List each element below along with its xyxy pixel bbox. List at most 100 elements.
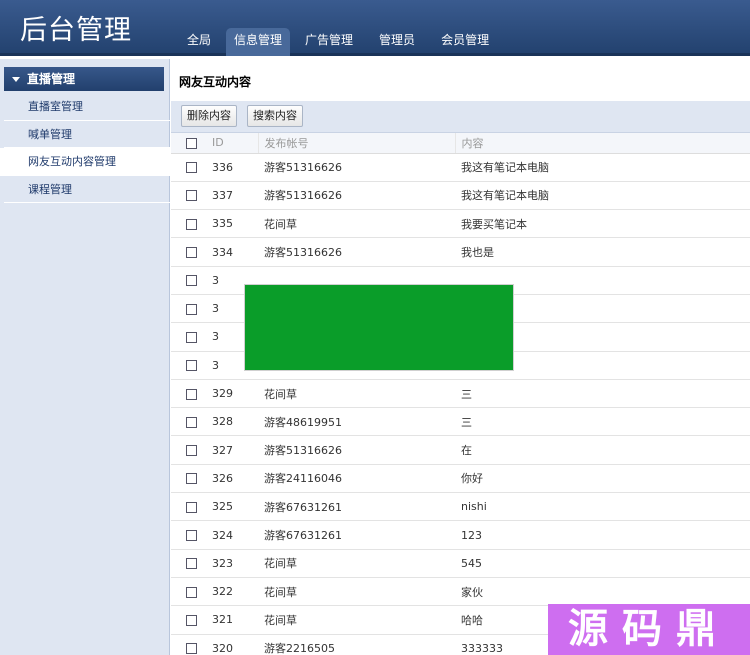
table-row[interactable]: 327 游客51316626 在 <box>171 435 750 465</box>
table-row[interactable]: 328 游客48619951 三 <box>171 407 750 437</box>
row-content: 我要买笔记本 <box>455 209 750 239</box>
row-account: 游客24116046 <box>258 464 455 494</box>
row-account: 花间草 <box>258 549 455 578</box>
row-id: 335 <box>207 209 258 239</box>
row-select-cell <box>171 237 207 267</box>
row-id: 336 <box>207 153 258 182</box>
row-checkbox[interactable] <box>186 247 197 259</box>
row-checkbox[interactable] <box>186 643 197 655</box>
row-checkbox[interactable] <box>186 275 197 287</box>
row-account: 游客67631261 <box>258 492 455 522</box>
nav-tab-info[interactable]: 信息管理 <box>226 28 291 56</box>
row-checkbox[interactable] <box>186 416 197 428</box>
row-checkbox[interactable] <box>186 614 197 626</box>
row-checkbox[interactable] <box>186 303 197 315</box>
row-id: 323 <box>207 549 258 578</box>
row-select-cell <box>171 464 207 494</box>
row-id: 320 <box>207 634 258 655</box>
sidebar-item-courses[interactable]: 课程管理 <box>4 176 170 203</box>
row-content: 三 <box>455 379 750 409</box>
row-content: nishi <box>455 492 750 522</box>
top-nav: 全局 信息管理 广告管理 管理员 会员管理 <box>176 28 504 56</box>
row-checkbox[interactable] <box>186 445 197 457</box>
row-content: 三 <box>455 407 750 437</box>
row-id: 325 <box>207 492 258 522</box>
sidebar-list: 直播室管理 喊单管理 网友互动内容管理 课程管理 <box>0 93 170 203</box>
sidebar-item-live-rooms[interactable]: 直播室管理 <box>4 93 170 121</box>
row-select-cell <box>171 266 207 295</box>
row-account: 游客2216505 <box>258 634 455 655</box>
table-row[interactable]: 323 花间草 545 <box>171 549 750 578</box>
nav-tab-global[interactable]: 全局 <box>176 28 222 56</box>
table-body: 336 游客51316626 我这有笔记本电脑 337 游客51316626 我这有笔记本… <box>171 153 750 655</box>
row-account: 花间草 <box>258 605 455 635</box>
nav-tab-members[interactable]: 会员管理 <box>430 28 500 56</box>
row-checkbox[interactable] <box>186 586 197 598</box>
row-account: 游客51316626 <box>258 237 455 267</box>
row-account: 花间草 <box>258 577 455 607</box>
watermark-logo: 源码鼎 <box>548 604 750 655</box>
table-row[interactable]: 337 游客51316626 我这有笔记本电脑 <box>171 181 750 211</box>
nav-tab-admin[interactable]: 管理员 <box>368 28 426 56</box>
row-account: 游客51316626 <box>258 435 455 465</box>
row-checkbox[interactable] <box>186 388 197 400</box>
row-id: 337 <box>207 181 258 211</box>
row-checkbox[interactable] <box>186 473 197 485</box>
search-content-button[interactable]: 搜索内容 <box>247 105 303 127</box>
row-id: 326 <box>207 464 258 494</box>
row-select-cell <box>171 520 207 550</box>
row-account: 游客67631261 <box>258 520 455 550</box>
toolbar: 删除内容 搜索内容 <box>171 101 750 133</box>
table-row[interactable]: 326 游客24116046 你好 <box>171 464 750 494</box>
row-select-cell <box>171 435 207 465</box>
table-row[interactable]: 329 花间草三 <box>171 379 750 409</box>
column-header-id: ID <box>207 133 258 154</box>
row-select-cell <box>171 294 207 324</box>
table-row[interactable]: 324 游客67631261 123 <box>171 520 750 550</box>
sidebar-section-header[interactable]: 直播管理 <box>4 67 164 91</box>
row-checkbox[interactable] <box>186 218 197 230</box>
row-select-cell <box>171 379 207 409</box>
row-checkbox[interactable] <box>186 501 197 513</box>
column-header-content: 内容 <box>454 133 750 154</box>
row-select-cell <box>171 407 207 437</box>
row-checkbox[interactable] <box>186 162 197 174</box>
table-row[interactable]: 336 游客51316626 我这有笔记本电脑 <box>171 153 750 182</box>
row-checkbox[interactable] <box>186 558 197 570</box>
row-content: 我也是 <box>455 237 750 267</box>
table-row[interactable]: 322 花间草 家伙 <box>171 577 750 607</box>
table-header-row: ID 发布帐号 内容 <box>171 133 750 154</box>
row-content: 你好 <box>455 464 750 494</box>
content-table: ID 发布帐号 内容 336 游客51316626 我这有笔记本电脑 337 游客513… <box>171 133 750 655</box>
sidebar: 直播管理 直播室管理 喊单管理 网友互动内容管理 课程管理 <box>0 59 170 655</box>
row-id: 327 <box>207 435 258 465</box>
row-checkbox[interactable] <box>186 190 197 202</box>
row-select-cell <box>171 181 207 211</box>
app-title: 后台管理 <box>20 15 132 46</box>
row-content: 家伙 <box>455 577 750 607</box>
table-row[interactable]: 334 游客51316626 我也是 <box>171 237 750 267</box>
sidebar-item-calls[interactable]: 喊单管理 <box>4 121 170 148</box>
select-all-cell <box>171 133 207 154</box>
row-checkbox[interactable] <box>186 331 197 343</box>
select-all-checkbox[interactable] <box>186 137 197 149</box>
header: 后台管理 全局 信息管理 广告管理 管理员 会员管理 <box>0 0 750 56</box>
row-checkbox[interactable] <box>186 360 197 372</box>
row-select-cell <box>171 322 207 352</box>
redaction-block <box>244 284 514 371</box>
page-title: 网友互动内容 <box>179 75 252 89</box>
table-row[interactable]: 325 游客67631261 nishi <box>171 492 750 522</box>
row-select-cell <box>171 492 207 522</box>
row-id: 321 <box>207 605 258 635</box>
nav-tab-ads[interactable]: 广告管理 <box>294 28 364 56</box>
row-checkbox[interactable] <box>186 530 197 541</box>
table-row[interactable]: 335 花间草 我要买笔记本 <box>171 209 750 239</box>
row-content: 我这有笔记本电脑 <box>455 181 750 211</box>
sidebar-item-interactions[interactable]: 网友互动内容管理 <box>0 148 170 176</box>
delete-content-button[interactable]: 删除内容 <box>181 105 237 127</box>
watermark-text: 源码鼎 <box>568 606 730 652</box>
row-content: 545 <box>455 549 750 578</box>
row-account: 游客51316626 <box>258 153 455 182</box>
row-select-cell <box>171 577 207 607</box>
row-content: 在 <box>455 435 750 465</box>
